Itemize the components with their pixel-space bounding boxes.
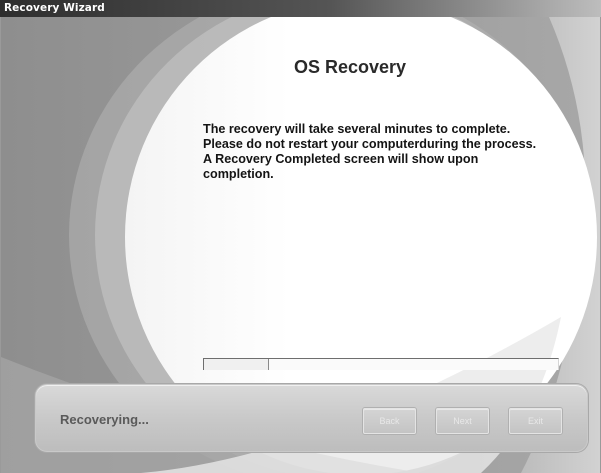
message-line-3: A Recovery Completed screen will show up… (203, 152, 479, 166)
status-panel: Recoverying... Back Next Exit (35, 384, 588, 452)
back-button[interactable]: Back (363, 408, 416, 434)
window-title: Recovery Wizard (4, 2, 105, 14)
next-button[interactable]: Next (436, 408, 489, 434)
recovery-wizard-window: Recovery Wizard OS Recovery The recovery… (0, 0, 601, 473)
progress-bar (203, 358, 559, 370)
progress-bar-fill (204, 359, 269, 370)
exit-button[interactable]: Exit (509, 408, 562, 434)
message-line-1: The recovery will take several minutes t… (203, 122, 511, 136)
message-line-2: Please do not restart your computerdurin… (203, 137, 537, 151)
status-text: Recoverying... (60, 412, 149, 427)
wizard-content: OS Recovery The recovery will take sever… (1, 17, 600, 473)
title-bar[interactable]: Recovery Wizard (0, 0, 601, 17)
page-title: OS Recovery (293, 57, 407, 77)
message-line-4: completion. (203, 167, 274, 181)
